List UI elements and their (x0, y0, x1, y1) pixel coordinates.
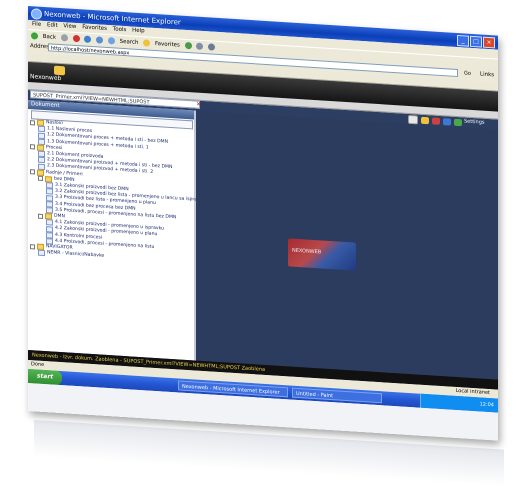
dropdown-icon[interactable] (408, 114, 418, 125)
back-arrow-icon[interactable] (31, 32, 38, 40)
print-icon[interactable] (208, 43, 216, 51)
folder-icon (37, 169, 44, 176)
ie-status-text: Done (31, 361, 45, 369)
stop-icon[interactable] (432, 116, 440, 125)
folder-icon[interactable] (421, 116, 429, 124)
collapse-icon[interactable] (38, 176, 43, 182)
collapse-icon[interactable] (38, 213, 43, 219)
clock: 12:04 (479, 401, 494, 409)
tree-list: Naslovi 1.1 Naslovni proces 1.2 Dokumentov… (30, 119, 210, 266)
maximize-button[interactable]: □ (470, 35, 482, 48)
home-icon[interactable] (443, 117, 451, 126)
home-icon[interactable] (96, 36, 104, 44)
history-icon[interactable] (184, 41, 192, 50)
menu-view[interactable]: View (63, 23, 76, 30)
menu-tools[interactable]: Tools (113, 26, 127, 33)
collapse-icon[interactable] (30, 243, 35, 250)
close-icon[interactable]: × (196, 101, 201, 109)
stop-icon[interactable] (72, 34, 80, 43)
search-icon[interactable] (107, 37, 115, 45)
collapse-icon[interactable] (30, 119, 35, 126)
menu-edit[interactable]: Edit (47, 22, 58, 29)
settings-button[interactable]: Settings (464, 117, 485, 126)
nexonweb-logo: NEXONWEB (288, 238, 356, 271)
logo-text: NEXONWEB (292, 247, 322, 256)
favorites-star-icon[interactable] (143, 39, 151, 47)
menu-file[interactable]: File (32, 21, 41, 28)
refresh-icon[interactable] (84, 35, 92, 43)
menu-help[interactable]: Help (132, 28, 145, 35)
app-name: Nexonweb (30, 73, 62, 83)
tree-header-label: Dokument (31, 101, 60, 109)
minimize-button[interactable]: _ (457, 34, 469, 47)
close-button[interactable]: × (483, 36, 495, 49)
forward-arrow-icon[interactable] (60, 34, 68, 42)
ie-window: Nexonweb - Microsoft Internet Explorer _… (28, 6, 498, 441)
mail-icon[interactable] (196, 42, 204, 51)
collapse-icon[interactable] (30, 169, 35, 175)
document-icon (38, 249, 45, 257)
internet-explorer-icon (31, 8, 42, 20)
menu-favorites[interactable]: Favorites (82, 24, 107, 32)
collapse-icon[interactable] (30, 144, 35, 150)
links-button[interactable]: Links (480, 69, 494, 81)
go-icon[interactable] (454, 118, 462, 126)
